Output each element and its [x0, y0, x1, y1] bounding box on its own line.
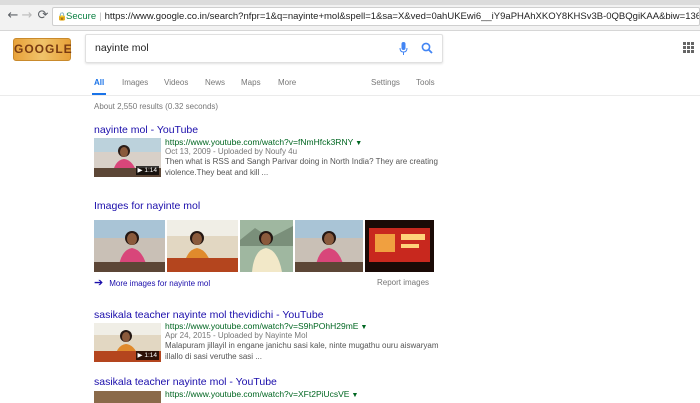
more-images-link[interactable]: ➔ More images for nayinte mol: [94, 276, 210, 289]
result-title[interactable]: sasikala teacher nayinte mol - YouTube: [94, 376, 277, 388]
image-result[interactable]: [365, 220, 434, 272]
result-url[interactable]: https://www.youtube.com/watch?v=fNmHfck3…: [165, 137, 455, 147]
image-result[interactable]: [167, 220, 238, 272]
tab-news[interactable]: News: [205, 77, 225, 89]
video-thumbnail[interactable]: ▶ 1:14: [94, 323, 161, 362]
forward-icon[interactable]: →: [20, 9, 34, 23]
result-meta: Apr 24, 2015 - Uploaded by Nayinte Mol: [165, 331, 308, 340]
browser-toolbar: ← → ⟳ 🔒Secure | https://www.google.co.in/s…: [0, 0, 700, 31]
result-snippet: Malapuram jillayil in engane janichu sas…: [165, 341, 439, 361]
microphone-icon[interactable]: [399, 42, 408, 55]
secure-label: Secure: [66, 11, 97, 22]
result-title[interactable]: sasikala teacher nayinte mol thevidichi …: [94, 309, 324, 321]
tab-images[interactable]: Images: [122, 77, 148, 89]
active-tab-indicator: [92, 93, 106, 95]
back-icon[interactable]: ←: [6, 9, 20, 23]
result-body: https://www.youtube.com/watch?v=S9hPOhH2…: [165, 321, 455, 362]
result-url-text: https://www.youtube.com/watch?v=fNmHfck3…: [165, 137, 354, 147]
search-box[interactable]: nayinte mol: [85, 34, 443, 63]
tab-videos[interactable]: Videos: [164, 77, 188, 89]
result-url-text: https://www.youtube.com/watch?v=XFt2PiUc…: [165, 389, 350, 399]
google-doodle-logo[interactable]: GOOGLE: [13, 38, 73, 61]
address-bar[interactable]: 🔒Secure | https://www.google.co.in/search?…: [52, 7, 700, 26]
result-stats: About 2,550 results (0.32 seconds): [94, 102, 219, 111]
tab-more[interactable]: More: [278, 77, 296, 89]
tab-tools[interactable]: Tools: [416, 77, 435, 89]
image-result[interactable]: [240, 220, 293, 272]
result-title[interactable]: nayinte mol - YouTube: [94, 124, 198, 136]
url-dropdown-icon[interactable]: ▼: [351, 392, 358, 399]
lock-icon: 🔒: [57, 12, 67, 21]
video-duration: ▶ 1:14: [135, 166, 159, 175]
search-header: GOOGLE nayinte mol All Images Videos New…: [0, 31, 700, 96]
result-url-text: https://www.youtube.com/watch?v=S9hPOhH2…: [165, 321, 359, 331]
result-body: https://www.youtube.com/watch?v=fNmHfck3…: [165, 137, 455, 178]
url-dropdown-icon[interactable]: ▼: [355, 140, 362, 147]
tab-strip: [0, 0, 700, 5]
reload-icon[interactable]: ⟳: [36, 9, 50, 23]
result-body: https://www.youtube.com/watch?v=XFt2PiUc…: [165, 389, 455, 399]
search-result: nayinte mol - YouTube: [94, 124, 198, 136]
search-icon[interactable]: [421, 42, 433, 54]
video-thumbnail[interactable]: ▶ 1:14: [94, 138, 161, 177]
search-tabs: All Images Videos News Maps More Setting…: [0, 77, 700, 95]
images-section-heading[interactable]: Images for nayinte mol: [94, 200, 200, 212]
tab-settings[interactable]: Settings: [371, 77, 400, 89]
more-images-label: More images for nayinte mol: [109, 279, 211, 288]
url-dropdown-icon[interactable]: ▼: [360, 324, 367, 331]
apps-grid-icon[interactable]: [683, 42, 694, 53]
search-input[interactable]: nayinte mol: [95, 35, 149, 62]
video-thumbnail[interactable]: [94, 391, 161, 403]
result-url[interactable]: https://www.youtube.com/watch?v=XFt2PiUc…: [165, 389, 455, 399]
result-meta: Oct 13, 2009 - Uploaded by Noufy 4u: [165, 147, 298, 156]
tab-all[interactable]: All: [94, 77, 104, 89]
report-images-link[interactable]: Report images: [377, 278, 429, 287]
search-result: sasikala teacher nayinte mol thevidichi …: [94, 309, 324, 321]
image-result[interactable]: [94, 220, 165, 272]
result-snippet: Then what is RSS and Sangh Parivar doing…: [165, 157, 438, 177]
arrow-right-icon: ➔: [94, 277, 104, 289]
address-separator: |: [99, 11, 102, 22]
search-result: sasikala teacher nayinte mol - YouTube: [94, 376, 277, 388]
address-url: https://www.google.co.in/search?nfpr=1&q…: [104, 11, 700, 22]
logo-text: GOOGLE: [14, 42, 73, 56]
result-url[interactable]: https://www.youtube.com/watch?v=S9hPOhH2…: [165, 321, 455, 331]
video-duration: ▶ 1:14: [135, 351, 159, 360]
tab-maps[interactable]: Maps: [241, 77, 261, 89]
image-result[interactable]: [295, 220, 363, 272]
